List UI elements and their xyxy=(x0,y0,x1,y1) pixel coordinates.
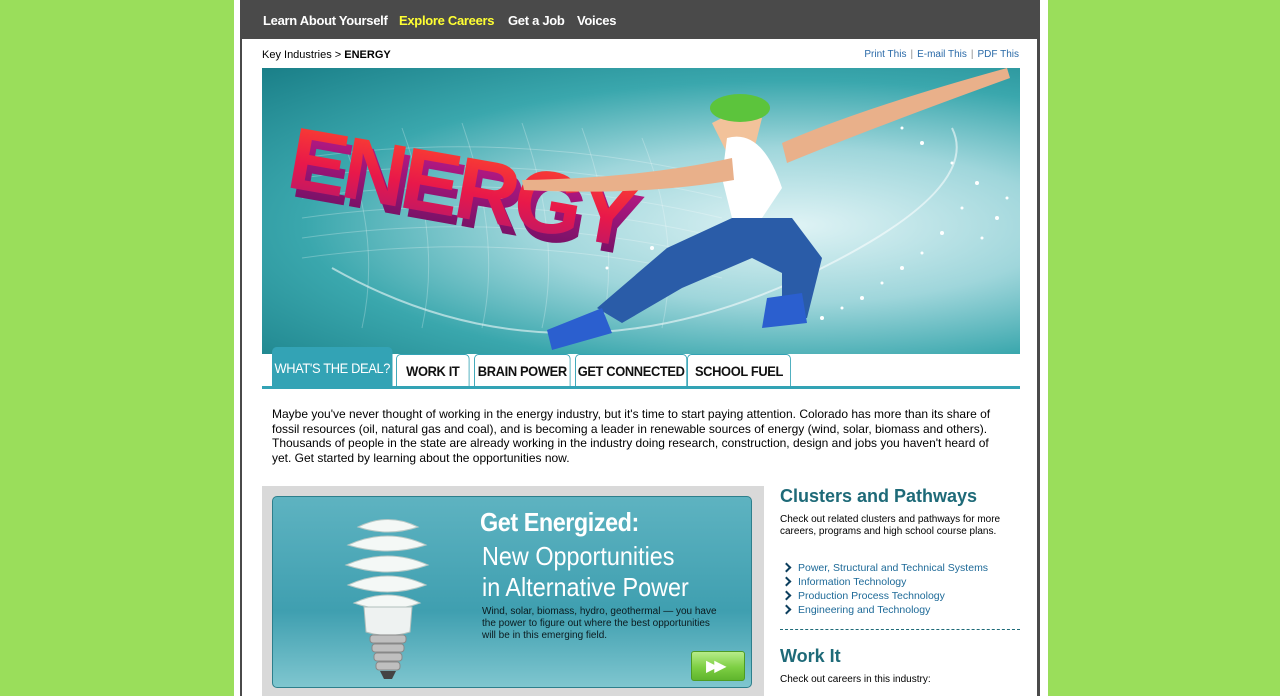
tools-divider: | xyxy=(910,49,914,60)
cluster-link[interactable]: Power, Structural and Technical Systems xyxy=(780,561,1020,575)
lightbulb-icon xyxy=(344,519,430,679)
nav-learn-about-yourself[interactable]: Learn About Yourself xyxy=(263,13,388,28)
promo-subtitle-line1: New Opportunities xyxy=(482,541,675,571)
nav-voices[interactable]: Voices xyxy=(577,13,616,28)
main-content: Key Industries > ENERGY Print This | E-mai… xyxy=(242,39,1037,696)
cluster-link[interactable]: Production Process Technology xyxy=(780,589,1020,603)
tab-brain-power[interactable]: BRAIN POWER xyxy=(474,354,571,387)
tab-whats-the-deal[interactable]: WHAT'S THE DEAL? xyxy=(272,347,393,387)
promo-title: Get Energized: xyxy=(480,507,639,537)
tab-get-connected[interactable]: GET CONNECTED xyxy=(575,354,688,387)
pdf-link[interactable]: PDF This xyxy=(978,49,1020,60)
clusters-description: Check out related clusters and pathways … xyxy=(780,514,1001,537)
hero-illustration: ENERGY ENERGY xyxy=(281,68,1010,350)
breadcrumb-separator: > xyxy=(334,49,342,61)
nav-get-a-job[interactable]: Get a Job xyxy=(508,13,565,28)
page-tools: Print This | E-mail This | PDF This xyxy=(864,49,1019,60)
hero-banner: ENERGY ENERGY xyxy=(262,68,1020,354)
breadcrumb-parent[interactable]: Key Industries xyxy=(262,49,332,61)
tab-work-it[interactable]: WORK IT xyxy=(396,354,470,387)
intro-paragraph: Maybe you've never thought of working in… xyxy=(272,407,991,465)
promo-subtitle-line2: in Alternative Power xyxy=(482,572,689,602)
cluster-link[interactable]: Information Technology xyxy=(780,575,1020,589)
breadcrumb-current: ENERGY xyxy=(344,49,391,61)
tab-school-fuel[interactable]: SCHOOL FUEL xyxy=(687,354,791,387)
breadcrumb: Key Industries > ENERGY xyxy=(262,49,391,61)
email-link[interactable]: E-mail This xyxy=(917,49,967,60)
promo-arrow-button[interactable]: ▶▶ xyxy=(691,651,745,681)
nav-explore-careers[interactable]: Explore Careers xyxy=(399,13,495,28)
promo-banner[interactable]: Get Energized: New Opportunities in Alte… xyxy=(272,496,752,688)
clusters-title: Clusters and Pathways xyxy=(780,486,978,506)
top-nav: Learn About Yourself Explore Careers Get… xyxy=(240,0,1040,39)
tools-divider: | xyxy=(970,49,974,60)
print-link[interactable]: Print This xyxy=(864,49,906,60)
clusters-link-list: Power, Structural and Technical Systems … xyxy=(780,561,1020,617)
tab-underline xyxy=(262,386,1020,389)
workit-title: Work It xyxy=(780,646,841,666)
promo-panel: Get Energized: New Opportunities in Alte… xyxy=(262,486,764,696)
sidebar-divider xyxy=(780,629,1020,630)
workit-description: Check out careers in this industry: xyxy=(780,674,931,685)
fast-forward-icon: ▶▶ xyxy=(706,658,727,675)
section-tabs: WHAT'S THE DEAL? WORK IT BRAIN POWER GET… xyxy=(262,347,1020,390)
promo-body: Wind, solar, biomass, hydro, geothermal … xyxy=(482,606,717,641)
cluster-link[interactable]: Engineering and Technology xyxy=(780,603,1020,617)
